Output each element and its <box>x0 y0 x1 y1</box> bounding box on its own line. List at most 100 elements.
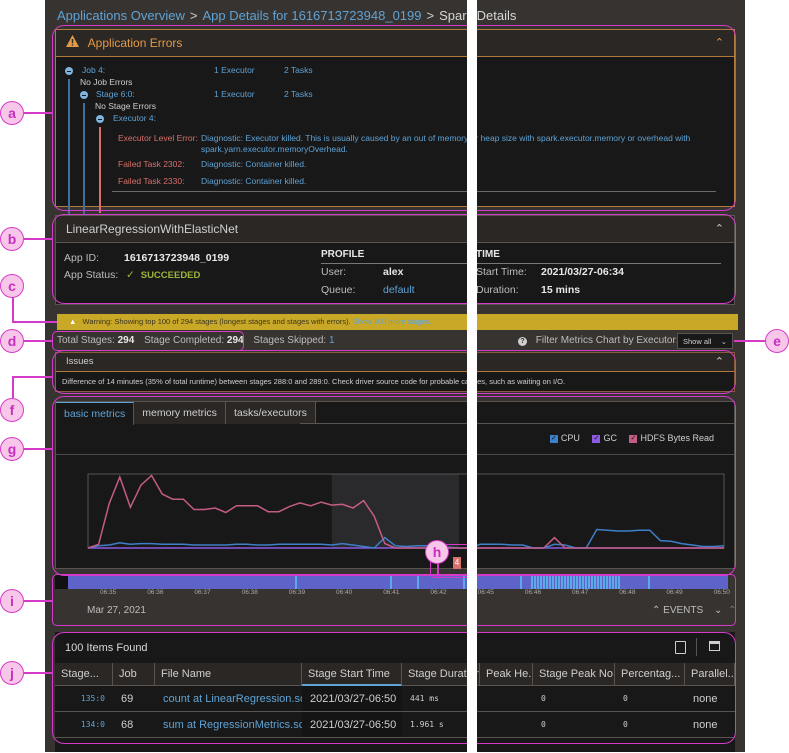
stages-skipped-link[interactable]: 1 <box>329 335 335 346</box>
collapse-icon[interactable]: ⌃ <box>715 216 724 242</box>
issue-text: Difference of 14 minutes (35% of total r… <box>62 377 566 386</box>
column-header[interactable]: Job <box>113 663 155 686</box>
timeline-bar[interactable] <box>68 575 728 589</box>
column-header[interactable]: Stage... <box>55 663 113 686</box>
job-tasks-link[interactable]: 2 Tasks <box>284 65 313 75</box>
chevron-down-icon[interactable]: ⌄ <box>714 605 722 616</box>
breadcrumb-applications-overview[interactable]: Applications Overview <box>57 8 185 23</box>
column-header[interactable]: Stage Start Time <box>302 663 402 686</box>
stages-completed-value: 294 <box>226 335 244 346</box>
queue-label: Queue: <box>321 284 356 296</box>
job-label[interactable]: Job 4: <box>82 65 105 75</box>
show-more-stages-link[interactable]: Show 100 more stages. <box>353 317 432 326</box>
app-id-label: App ID: <box>64 252 100 264</box>
breadcrumb-app-details[interactable]: App Details for 1616713723948_0199 <box>202 8 421 23</box>
timeline-event <box>570 575 572 589</box>
executor-tree-line <box>99 127 101 213</box>
stage-status: No Stage Errors <box>95 101 156 111</box>
chevron-up-icon[interactable]: ⌃ <box>728 605 736 616</box>
breadcrumb-separator: > <box>189 8 198 23</box>
chart-highlight-region <box>331 474 459 548</box>
stage-executors-link[interactable]: 1 Executor <box>214 89 255 99</box>
stage-label[interactable]: Stage 6:0: <box>96 89 135 99</box>
table-cell-file[interactable]: count at LinearRegression.scala:9... <box>155 686 302 712</box>
table-cell-stage[interactable]: 134:0 <box>55 712 113 738</box>
legend-item-gc[interactable]: ✓ GC <box>592 433 617 443</box>
timeline-event <box>295 575 297 589</box>
events-label: EVENTS <box>663 605 704 616</box>
timeline-event <box>591 575 593 589</box>
timeline-event <box>579 575 581 589</box>
tab-memory-metrics[interactable]: memory metrics <box>134 402 226 424</box>
legend-label: HDFS Bytes Read <box>640 433 714 443</box>
columns-icon[interactable] <box>709 641 720 651</box>
timeline-event <box>648 575 650 589</box>
help-icon[interactable]: ? <box>518 337 527 346</box>
timeline-event <box>615 575 617 589</box>
table-cell-stage[interactable]: 135:0 <box>55 686 113 712</box>
tab-tasks-executors[interactable]: tasks/executors <box>225 402 316 424</box>
job-status: No Job Errors <box>80 77 133 87</box>
chart-legend: ✓ CPU ✓ GC ✓ HDFS Bytes Read <box>549 433 714 443</box>
metrics-chart[interactable] <box>66 454 726 564</box>
table-cell-percentage: 0 <box>615 686 685 712</box>
timeline-event <box>546 575 548 589</box>
callout-g: g <box>0 437 24 461</box>
collapse-executor-icon[interactable] <box>96 115 104 123</box>
stage-tasks-link[interactable]: 2 Tasks <box>284 89 313 99</box>
legend-item-hdfs[interactable]: ✓ HDFS Bytes Read <box>629 433 714 443</box>
collapse-icon[interactable]: ⌃ <box>715 30 724 56</box>
duration-value: 15 mins <box>541 284 581 296</box>
stage-stats: Total Stages: 294 Stage Completed: 294 S… <box>57 335 335 346</box>
tab-basic-metrics[interactable]: basic metrics <box>56 402 135 425</box>
column-header[interactable]: Peak He... <box>480 663 533 686</box>
timeline-event <box>543 575 545 589</box>
column-header[interactable]: Parallel... <box>685 663 735 686</box>
breadcrumb-current: Spark Details <box>439 8 517 23</box>
callout-line <box>12 376 52 378</box>
app-id-value: 1616713723948_0199 <box>124 252 230 264</box>
job-executors-link[interactable]: 1 Executor <box>214 65 255 75</box>
total-stages-value: 294 <box>117 335 135 346</box>
app-name: LinearRegressionWithElasticNet <box>66 222 239 236</box>
timeline-event <box>567 575 569 589</box>
error-label: Failed Task 2302: <box>118 159 185 169</box>
issues-header[interactable]: Issues ⌃ <box>56 353 734 372</box>
column-header[interactable]: Stage Peak No... <box>533 663 615 686</box>
callout-line <box>24 238 52 240</box>
column-header[interactable]: Percentag... <box>615 663 685 686</box>
user-value: alex <box>383 266 404 278</box>
executor-label[interactable]: Executor 4: <box>113 113 156 123</box>
error-message: Diagnostic: Container killed. <box>201 159 307 169</box>
timeline-event <box>531 575 533 589</box>
timeline-tick-label: 06:48 <box>619 589 636 596</box>
queue-link[interactable]: default <box>383 284 415 296</box>
events-toggle[interactable]: ⌃ EVENTS ⌄ ⌃ <box>652 605 737 616</box>
timeline-event <box>600 575 602 589</box>
app-info-header[interactable]: LinearRegressionWithElasticNet ⌃ <box>56 216 734 243</box>
callout-line <box>12 376 14 398</box>
app-status-value: SUCCEEDED <box>140 270 201 281</box>
callout-h: h <box>425 540 449 564</box>
collapse-stage-icon[interactable] <box>80 91 88 99</box>
warning-icon <box>66 30 79 56</box>
torn-edge-divider <box>467 0 477 752</box>
table-cell-file[interactable]: sum at RegressionMetrics.scala:71 <box>155 712 302 738</box>
timeline-event <box>576 575 578 589</box>
legend-label: CPU <box>560 433 580 443</box>
duration-label: Duration: <box>476 284 519 296</box>
callout-f: f <box>0 398 24 422</box>
table-cell-job: 68 <box>113 712 155 738</box>
collapse-icon[interactable]: ⌃ <box>715 353 724 371</box>
callout-e: e <box>765 329 789 353</box>
legend-item-cpu[interactable]: ✓ CPU <box>549 433 580 443</box>
executor-marker[interactable]: 4 <box>453 557 461 569</box>
column-header[interactable]: File Name <box>155 663 302 686</box>
breadcrumb-separator: > <box>426 8 435 23</box>
timeline-tick-label: 06:35 <box>100 589 117 596</box>
collapse-job-icon[interactable] <box>65 67 73 75</box>
application-errors-header[interactable]: Application Errors ⌃ <box>56 30 734 57</box>
export-icon[interactable] <box>675 641 686 654</box>
stages-completed-label: Stage Completed: <box>144 335 225 346</box>
executor-filter-select[interactable]: Show all ⌄ <box>677 333 733 349</box>
